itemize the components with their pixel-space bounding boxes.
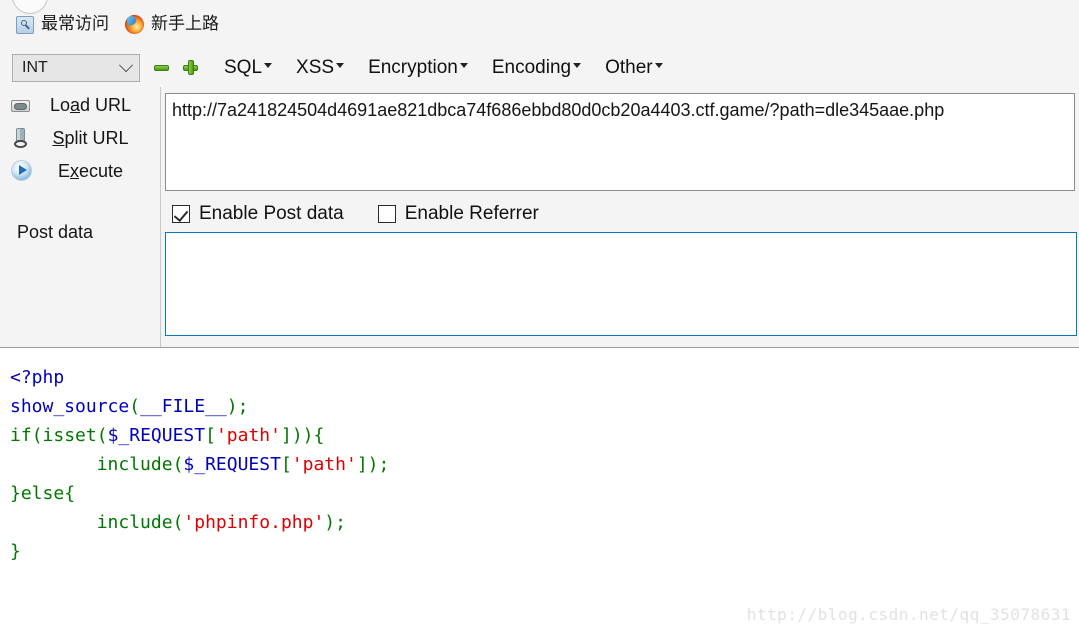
code-token: ])) xyxy=(280,425,314,446)
menu-label: Encoding xyxy=(491,56,572,78)
menu-bar: SQL XSS Encryption Encoding Other xyxy=(224,57,663,79)
code-token: ; xyxy=(335,512,346,533)
code-block: <?php show_source(__FILE__); if(isset($_RE… xyxy=(10,363,1079,566)
plus-icon[interactable] xyxy=(183,60,198,75)
hackbar-toolbar: INT SQL XSS Encryption Encoding Other xyxy=(0,48,1079,87)
code-token: ; xyxy=(237,396,249,417)
code-token: } xyxy=(10,541,21,562)
menu-xss[interactable]: XSS xyxy=(296,56,345,79)
enable-referrer-label: Enable Referrer xyxy=(404,203,539,224)
code-token: ( xyxy=(96,425,108,446)
code-token: [ xyxy=(205,425,216,446)
code-token: include xyxy=(96,512,173,533)
code-line: show_source(__FILE__); xyxy=(10,392,1079,421)
browser-chrome: 最常访问 新手上路 xyxy=(0,0,1079,48)
code-token: { xyxy=(64,483,76,504)
bookmark-label: 新手上路 xyxy=(151,14,219,34)
code-token: { xyxy=(313,425,325,446)
minus-icon[interactable] xyxy=(154,60,169,75)
code-token: 'path' xyxy=(215,425,281,446)
bookmark-most-visited[interactable]: 最常访问 xyxy=(12,15,113,35)
code-token: else xyxy=(20,483,65,504)
code-token: <?php xyxy=(10,367,65,388)
checkbox-unchecked-icon xyxy=(377,205,396,223)
menu-encoding[interactable]: Encoding xyxy=(491,56,582,79)
code-token: include xyxy=(96,454,173,475)
code-token: show_source xyxy=(10,396,130,417)
type-select-value: INT xyxy=(22,58,48,76)
url-input[interactable]: http://7a241824504d4691ae821dbca74f686eb… xyxy=(165,93,1075,191)
code-line: include($_REQUEST['path']); xyxy=(10,450,1079,479)
nav-button-circle[interactable] xyxy=(12,0,48,14)
watermark: http://blog.csdn.net/qq_35078631 xyxy=(746,605,1071,624)
code-token: 'phpinfo.php' xyxy=(183,512,325,533)
code-token: ( xyxy=(129,396,141,417)
code-token: isset xyxy=(42,425,97,446)
chevron-down-icon xyxy=(459,62,468,68)
bookmarks-bar: 最常访问 新手上路 xyxy=(12,14,223,35)
play-execute-icon xyxy=(8,159,34,183)
panel-left-column: Load URL Split URL Execute Post data xyxy=(0,87,161,347)
code-line: } xyxy=(10,537,1079,566)
split-url-label: Split URL xyxy=(52,127,129,148)
code-token: ( xyxy=(172,512,184,533)
execute-button[interactable]: Execute xyxy=(8,157,153,185)
chevron-down-icon xyxy=(573,62,582,68)
chevron-down-icon xyxy=(336,62,345,68)
post-data-label: Post data xyxy=(17,222,94,242)
code-token: ) xyxy=(324,512,336,533)
code-line: if(isset($_REQUEST['path'])){ xyxy=(10,421,1079,450)
code-token: } xyxy=(10,483,21,504)
code-line: <?php xyxy=(10,363,1079,392)
menu-label: XSS xyxy=(296,56,335,78)
enable-post-data-label: Enable Post data xyxy=(199,203,344,224)
code-token: ) xyxy=(226,396,238,417)
load-url-button[interactable]: Load URL xyxy=(8,91,153,119)
scissors-icon xyxy=(8,126,34,150)
menu-label: SQL xyxy=(224,56,263,78)
code-token: ) xyxy=(367,454,379,475)
hackbar-panel: Load URL Split URL Execute Post data htt… xyxy=(0,87,1079,348)
code-token: if xyxy=(10,425,32,446)
code-line: }else{ xyxy=(10,479,1079,508)
code-token: ; xyxy=(378,454,390,475)
options-row: Enable Post data Enable Referrer xyxy=(172,203,539,225)
post-data-input[interactable] xyxy=(165,232,1077,336)
chevron-down-icon xyxy=(654,62,663,68)
code-token: ( xyxy=(172,454,184,475)
code-token: ( xyxy=(31,425,43,446)
bookmark-label: 最常访问 xyxy=(41,14,109,34)
code-token: [ xyxy=(280,454,292,475)
menu-label: Other xyxy=(605,56,653,78)
bookmark-getting-started[interactable]: 新手上路 xyxy=(121,14,223,35)
most-visited-icon xyxy=(16,15,34,34)
execute-label: Execute xyxy=(57,160,124,181)
code-token: ] xyxy=(356,454,368,475)
enable-referrer-checkbox[interactable]: Enable Referrer xyxy=(377,203,539,225)
enable-post-data-checkbox[interactable]: Enable Post data xyxy=(172,203,344,225)
code-token: __FILE__ xyxy=(140,396,227,417)
code-token: 'path' xyxy=(291,454,357,475)
checkbox-checked-icon xyxy=(172,205,190,223)
menu-encryption[interactable]: Encryption xyxy=(368,57,468,79)
type-select[interactable]: INT xyxy=(12,53,140,82)
menu-other[interactable]: Other xyxy=(605,57,663,79)
split-url-button[interactable]: Split URL xyxy=(8,124,153,152)
url-input-value: http://7a241824504d4691ae821dbca74f686eb… xyxy=(172,100,945,120)
chevron-down-icon xyxy=(118,57,134,72)
menu-label: Encryption xyxy=(368,56,458,78)
menu-sql[interactable]: SQL xyxy=(224,56,273,79)
firefox-icon xyxy=(125,15,144,34)
code-token: $_REQUEST xyxy=(107,425,206,446)
code-token: $_REQUEST xyxy=(183,454,281,475)
load-url-label: Load URL xyxy=(49,94,132,115)
php-source-output: <?php show_source(__FILE__); if(isset($_RE… xyxy=(0,349,1079,629)
disk-load-icon xyxy=(8,93,34,117)
chevron-down-icon xyxy=(264,62,273,68)
code-line: include('phpinfo.php'); xyxy=(10,508,1079,537)
